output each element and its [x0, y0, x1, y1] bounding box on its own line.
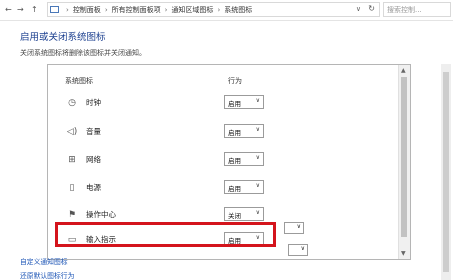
column-header-icon: 系统图标 — [65, 77, 93, 85]
behavior-select[interactable]: 启用 ∨ — [224, 124, 264, 138]
table-row: ◷ 时钟 启用 ∨ — [48, 92, 393, 114]
breadcrumb-item[interactable]: 所有控制面板项 — [112, 5, 161, 15]
chevron-down-icon[interactable]: ∨ — [356, 5, 361, 13]
row-name: 时钟 — [86, 98, 101, 107]
back-arrow-icon[interactable]: ← — [5, 5, 12, 14]
table-row: ▭ 输入指示 启用 ∨ — [48, 229, 393, 251]
chevron-down-icon: ∨ — [255, 209, 260, 216]
address-bar: ← → ↑ › 控制面板 › 所有控制面板项 › 通知区域图标 › 系统图标 ∨… — [0, 0, 453, 21]
table-row: ⚑ 操作中心 关闭 ∨ — [48, 204, 393, 226]
row-name: 网络 — [86, 155, 101, 164]
chevron-down-icon: ∨ — [255, 182, 260, 189]
dropdown-fragment: ∨ — [284, 222, 304, 234]
up-arrow-icon[interactable]: ↑ — [31, 5, 38, 14]
table-row: ▯ 电源 启用 ∨ — [48, 177, 393, 199]
scroll-down-icon[interactable]: ▼ — [401, 250, 406, 257]
row-name: 操作中心 — [86, 210, 116, 219]
search-input[interactable]: 搜索控制... — [383, 2, 451, 17]
breadcrumb-item[interactable]: 系统图标 — [224, 5, 252, 15]
power-icon: ▯ — [69, 183, 75, 193]
network-icon: ⊞ — [68, 155, 76, 165]
scrollbar-thumb[interactable] — [443, 72, 449, 272]
column-header-behavior: 行为 — [228, 77, 242, 85]
keyboard-icon: ▭ — [67, 235, 77, 245]
scrollbar-thumb[interactable] — [401, 77, 407, 237]
window-scrollbar[interactable] — [441, 64, 451, 280]
customize-notification-icons-link[interactable]: 自定义通知图标 — [20, 256, 68, 266]
row-name: 电源 — [86, 183, 101, 192]
volume-icon: ◁) — [66, 127, 78, 137]
chevron-down-icon: ∨ — [255, 97, 260, 104]
chevron-down-icon: ∨ — [255, 154, 260, 161]
table-row: ⊞ 网络 启用 ∨ — [48, 149, 393, 171]
behavior-select[interactable]: 启用 ∨ — [224, 180, 264, 194]
behavior-select[interactable]: 启用 ∨ — [224, 152, 264, 166]
dropdown-fragment: ∨ — [288, 244, 308, 256]
behavior-select[interactable]: 启用 ∨ — [224, 232, 264, 246]
breadcrumb-item[interactable]: 通知区域图标 — [171, 5, 213, 15]
row-name: 输入指示 — [86, 235, 116, 244]
forward-arrow-icon[interactable]: → — [17, 5, 24, 14]
behavior-select[interactable]: 启用 ∨ — [224, 95, 264, 109]
control-panel-icon — [50, 6, 59, 13]
scroll-up-icon[interactable]: ▲ — [401, 67, 406, 74]
system-icons-panel: 系统图标 行为 ◷ 时钟 启用 ∨ ◁) 音量 启用 ∨ ⊞ 网络 启用 ∨ ▯… — [47, 64, 411, 260]
row-name: 音量 — [86, 127, 101, 136]
panel-scrollbar[interactable]: ▲ ▼ — [398, 65, 410, 259]
clock-icon: ◷ — [68, 98, 76, 108]
table-row: ◁) 音量 启用 ∨ — [48, 121, 393, 143]
chevron-down-icon: ∨ — [255, 126, 260, 133]
page-title: 启用或关闭系统图标 — [20, 32, 106, 43]
breadcrumb-item[interactable]: 控制面板 — [73, 5, 101, 15]
behavior-select[interactable]: 关闭 ∨ — [224, 207, 264, 221]
chevron-down-icon: ∨ — [255, 234, 260, 241]
breadcrumb[interactable]: › 控制面板 › 所有控制面板项 › 通知区域图标 › 系统图标 ∨ ↻ — [47, 2, 380, 17]
refresh-icon[interactable]: ↻ — [368, 4, 375, 13]
restore-default-behavior-link[interactable]: 还原默认图标行为 — [20, 270, 74, 280]
page-subtitle: 关闭系统图标将删除该图标并关闭通知。 — [20, 49, 146, 57]
flag-icon: ⚑ — [67, 210, 77, 220]
